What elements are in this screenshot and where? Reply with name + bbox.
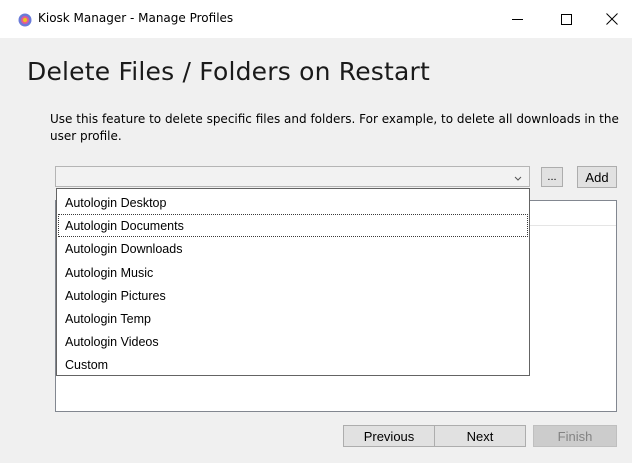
dropdown-item-autologin-temp[interactable]: Autologin Temp — [58, 307, 528, 330]
dropdown-item-autologin-downloads[interactable]: Autologin Downloads — [58, 237, 528, 260]
dropdown-item-custom[interactable]: Custom — [58, 353, 528, 376]
add-button[interactable]: Add — [577, 166, 617, 188]
next-button[interactable]: Next — [434, 425, 526, 447]
title-bar: Kiosk Manager - Manage Profiles — [0, 0, 632, 38]
minimize-icon — [511, 18, 523, 20]
close-button[interactable] — [592, 4, 632, 34]
previous-button[interactable]: Previous — [343, 425, 435, 447]
path-combo-box[interactable] — [55, 166, 530, 187]
dropdown-item-autologin-desktop[interactable]: Autologin Desktop — [58, 191, 528, 214]
dropdown-item-autologin-documents[interactable]: Autologin Documents — [58, 214, 528, 238]
page-description: Use this feature to delete specific file… — [50, 112, 619, 143]
kiosk-app-icon — [18, 12, 32, 27]
dropdown-item-autologin-pictures[interactable]: Autologin Pictures — [58, 284, 528, 307]
finish-button[interactable]: Finish — [533, 425, 617, 447]
maximize-button[interactable] — [543, 4, 589, 34]
path-dropdown-list[interactable]: Autologin Desktop Autologin Documents Au… — [56, 188, 530, 376]
dropdown-item-autologin-videos[interactable]: Autologin Videos — [58, 330, 528, 353]
page-title: Delete Files / Folders on Restart — [27, 57, 431, 86]
browse-button[interactable]: ... — [541, 167, 563, 187]
dropdown-item-autologin-music[interactable]: Autologin Music — [58, 261, 528, 284]
chevron-down-icon[interactable] — [514, 170, 522, 182]
maximize-icon — [560, 13, 572, 25]
window-title: Kiosk Manager - Manage Profiles — [38, 11, 234, 25]
close-icon — [606, 13, 618, 25]
minimize-button[interactable] — [494, 4, 540, 34]
